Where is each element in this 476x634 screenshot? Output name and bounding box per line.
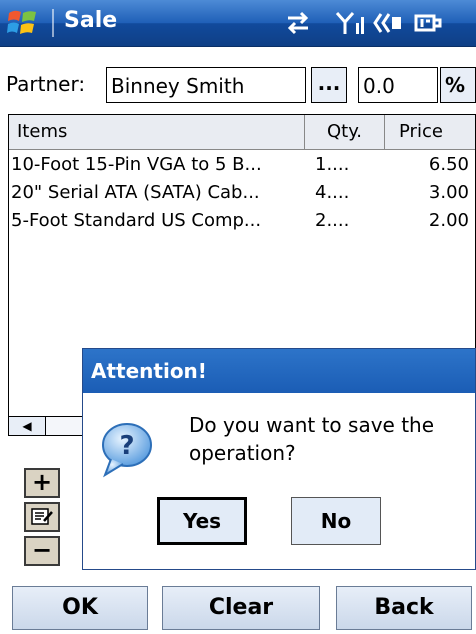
item-price: 6.50 bbox=[428, 154, 469, 175]
speaker-icon[interactable] bbox=[372, 9, 404, 37]
yes-button[interactable]: Yes bbox=[157, 497, 247, 545]
svg-text:?: ? bbox=[119, 431, 134, 461]
item-price: 2.00 bbox=[428, 210, 469, 231]
signal-strength-icon[interactable] bbox=[334, 9, 366, 37]
add-item-button[interactable]: + bbox=[24, 468, 60, 498]
battery-plug-icon[interactable] bbox=[412, 9, 444, 37]
discount-input[interactable]: 0.0 bbox=[358, 67, 438, 103]
item-qty: 2.... bbox=[315, 210, 350, 231]
question-bubble-icon: ? bbox=[102, 423, 152, 478]
attention-dialog: Attention! ? Do you want to save the ope… bbox=[82, 348, 476, 570]
edit-item-button[interactable] bbox=[24, 502, 60, 532]
column-header-price[interactable]: Price bbox=[385, 115, 475, 149]
item-qty: 1.... bbox=[315, 154, 350, 175]
browse-partner-button[interactable]: ... bbox=[311, 67, 347, 103]
table-row[interactable]: 10-Foot 15-Pin VGA to 5 B... 1.... 6.50 bbox=[9, 151, 475, 179]
percent-button[interactable]: % bbox=[440, 67, 476, 103]
title-separator bbox=[52, 9, 54, 37]
dialog-title: Attention! bbox=[83, 349, 475, 393]
scrollbar-track[interactable] bbox=[46, 416, 86, 436]
sync-arrows-icon[interactable] bbox=[282, 9, 314, 37]
window-title: Sale bbox=[64, 8, 118, 33]
back-button[interactable]: Back bbox=[336, 586, 472, 630]
partner-row: Partner: Binney Smith ... 0.0 % bbox=[0, 64, 476, 108]
windows-flag-icon[interactable] bbox=[6, 6, 40, 40]
left-arrow-icon[interactable]: ◀ bbox=[8, 416, 46, 436]
table-row[interactable]: 5-Foot Standard US Comp... 2.... 2.00 bbox=[9, 207, 475, 235]
dialog-message: Do you want to save the operation? bbox=[189, 413, 435, 465]
remove-item-button[interactable]: − bbox=[24, 536, 60, 566]
item-name: 20" Serial ATA (SATA) Cab... bbox=[11, 182, 260, 203]
item-price: 3.00 bbox=[428, 182, 469, 203]
partner-input[interactable]: Binney Smith bbox=[106, 67, 306, 103]
item-qty: 4.... bbox=[315, 182, 350, 203]
clear-button[interactable]: Clear bbox=[162, 586, 320, 630]
horizontal-scrollbar[interactable]: ◀ bbox=[8, 416, 88, 436]
no-button[interactable]: No bbox=[291, 497, 381, 545]
partner-label: Partner: bbox=[6, 72, 86, 96]
column-header-items[interactable]: Items bbox=[9, 115, 305, 149]
edit-notepad-icon bbox=[31, 508, 53, 525]
column-header-qty[interactable]: Qty. bbox=[305, 115, 385, 149]
grid-header: Items Qty. Price bbox=[9, 115, 475, 150]
title-bar: Sale bbox=[0, 0, 476, 47]
item-name: 10-Foot 15-Pin VGA to 5 B... bbox=[11, 154, 262, 175]
ok-button[interactable]: OK bbox=[12, 586, 148, 630]
item-name: 5-Foot Standard US Comp... bbox=[11, 210, 262, 231]
table-row[interactable]: 20" Serial ATA (SATA) Cab... 4.... 3.00 bbox=[9, 179, 475, 207]
